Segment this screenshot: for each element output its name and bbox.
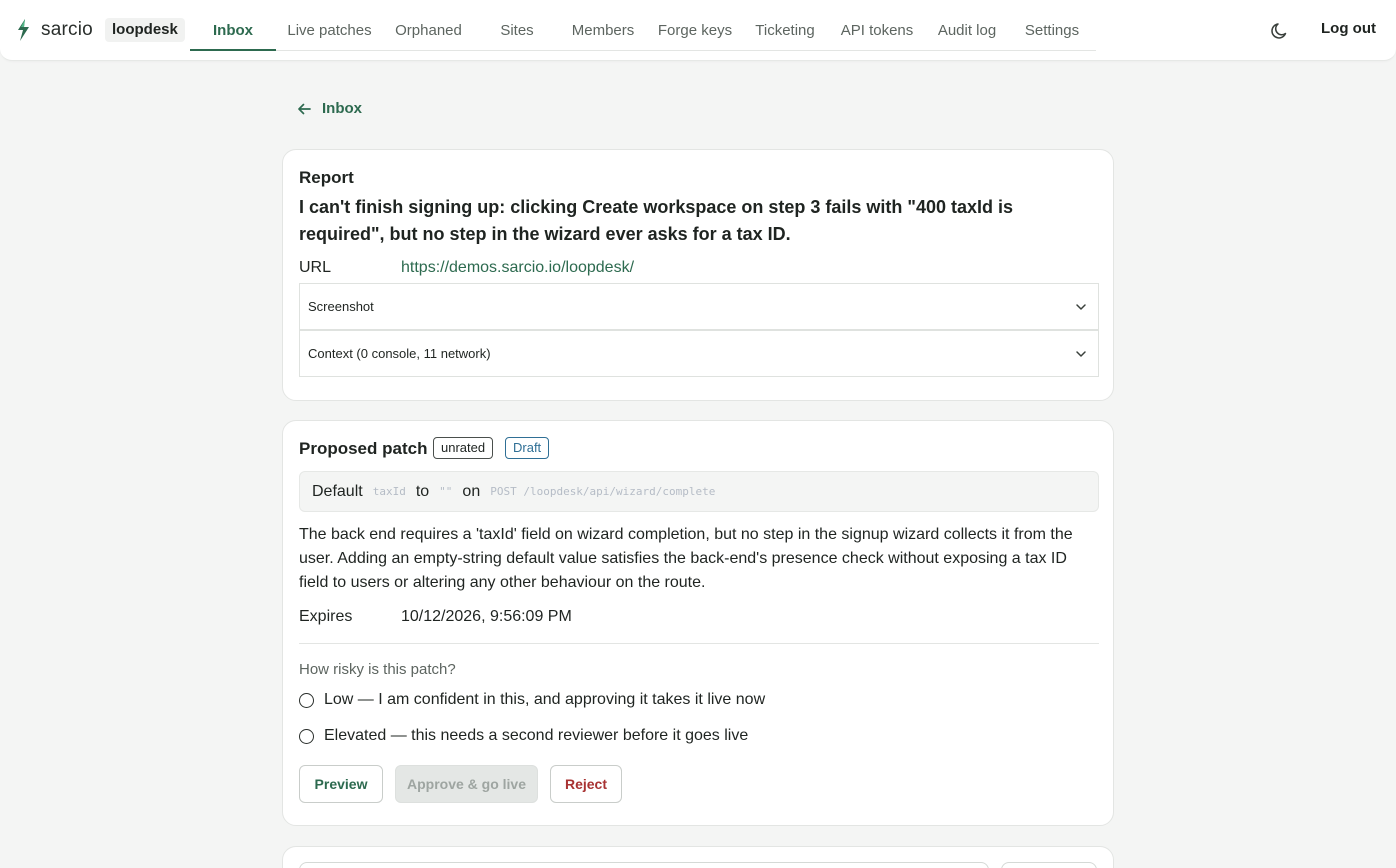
back-link-label: Inbox (322, 100, 362, 117)
risk-option-low[interactable]: Low — I am confident in this, and approv… (299, 691, 765, 709)
nav-item-audit-log[interactable]: Audit log (934, 0, 1000, 51)
nav-item-forge-keys[interactable]: Forge keys (656, 0, 734, 51)
brand-name: sarcio (41, 19, 93, 40)
summary-on: on (462, 482, 481, 500)
nav-item-live-patches[interactable]: Live patches (282, 0, 377, 51)
screenshot-disclosure-label: Screenshot (308, 299, 374, 314)
nav-item-inbox[interactable]: Inbox (190, 0, 276, 51)
url-label: URL (299, 259, 332, 276)
patch-description: The back end requires a 'taxId' field on… (299, 526, 1073, 591)
top-bar: sarcio loopdesk Inbox Live patches Orpha… (0, 0, 1396, 61)
risk-option-elevated-label: Elevated — this needs a second reviewer … (324, 727, 749, 744)
risk-option-elevated[interactable]: Elevated — this needs a second reviewer … (299, 727, 748, 745)
radio-button[interactable] (299, 728, 314, 744)
context-disclosure[interactable]: Context (0 console, 11 network) (299, 330, 1099, 377)
back-link[interactable]: Inbox (296, 100, 362, 117)
main-nav: Inbox Live patches Orphaned Sites Member… (190, 0, 1096, 51)
arrow-left-icon (298, 103, 311, 114)
moon-icon (1271, 23, 1287, 39)
report-message: I can't finish signing up: clicking Crea… (299, 197, 1013, 244)
summary-prefix: Default (312, 482, 363, 500)
expires-value: 10/12/2026, 9:56:09 PM (401, 608, 572, 625)
summary-route: POST /loopdesk/api/wizard/complete (490, 485, 716, 498)
screenshot-disclosure[interactable]: Screenshot (299, 283, 1099, 330)
reject-button[interactable]: Reject (550, 765, 622, 803)
approve-button[interactable]: Approve & go live (395, 765, 538, 803)
summary-to: to (415, 482, 430, 500)
expires-label: Expires (299, 608, 353, 625)
logout-button[interactable]: Log out (1321, 20, 1376, 37)
rating-badge: unrated (433, 437, 494, 459)
patch-card: Proposed patch unrated Draft Default tax… (282, 420, 1114, 826)
divider (299, 643, 1099, 644)
report-url-link[interactable]: https://demos.sarcio.io/loopdesk/ (401, 259, 634, 277)
radio-button[interactable] (299, 692, 314, 708)
status-badge: Draft (505, 437, 550, 459)
preview-button[interactable]: Preview (299, 765, 383, 803)
nav-item-members[interactable]: Members (568, 0, 638, 51)
summary-value: "" (439, 485, 453, 498)
report-title: Report (299, 168, 354, 187)
logo[interactable]: sarcio (16, 18, 93, 42)
patch-summary: Default taxId to "" on POST /loopdesk/ap… (299, 471, 1099, 512)
nav-item-sites[interactable]: Sites (490, 0, 544, 51)
report-card: Report I can't finish signing up: clicki… (282, 149, 1114, 401)
risk-question: How risky is this patch? (299, 661, 456, 678)
context-disclosure-label: Context (0 console, 11 network) (308, 346, 491, 361)
next-card (282, 846, 1114, 868)
nav-item-ticketing[interactable]: Ticketing (752, 0, 818, 51)
nav-item-settings[interactable]: Settings (1022, 0, 1082, 51)
theme-toggle-button[interactable] (1270, 21, 1290, 41)
sarcio-logo-icon (18, 19, 29, 41)
nav-item-api-tokens[interactable]: API tokens (838, 0, 916, 51)
nav-item-orphaned[interactable]: Orphaned (390, 0, 467, 51)
chevron-down-icon (1076, 351, 1086, 357)
summary-field: taxId (372, 485, 406, 498)
next-button[interactable] (1001, 862, 1097, 868)
patch-title: Proposed patch (299, 439, 428, 458)
chevron-down-icon (1076, 304, 1086, 310)
next-input[interactable] (299, 862, 989, 868)
risk-option-low-label: Low — I am confident in this, and approv… (324, 691, 766, 708)
workspace-badge[interactable]: loopdesk (105, 18, 185, 42)
